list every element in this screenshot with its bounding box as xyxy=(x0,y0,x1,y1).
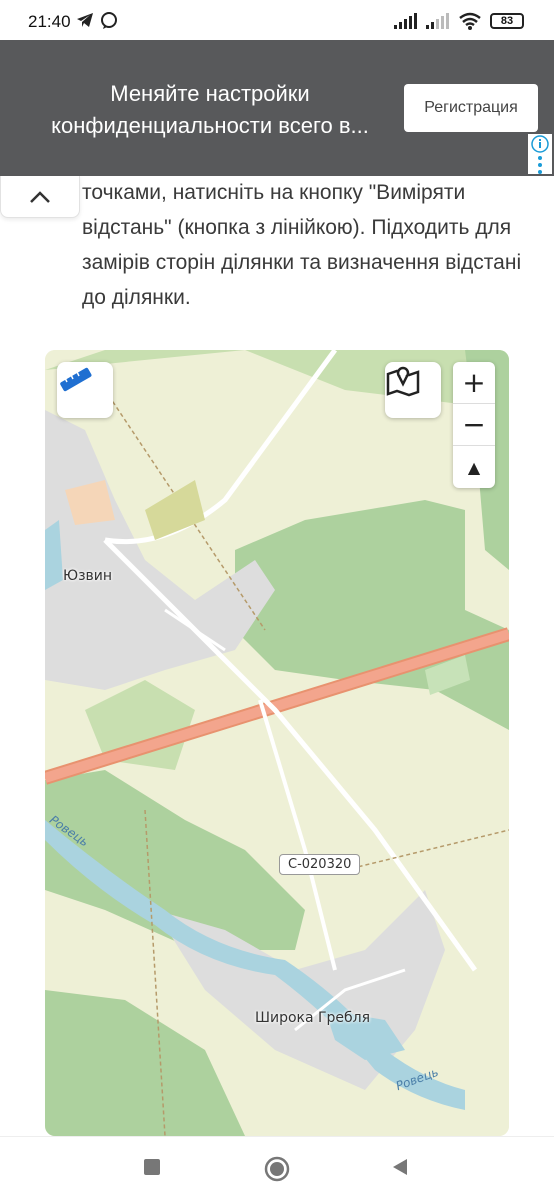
home-icon[interactable] xyxy=(263,1155,291,1183)
village-label-yuzvyn: Юзвин xyxy=(63,568,113,584)
info-icon xyxy=(531,135,549,174)
privacy-consent-banner: Меняйте настройки конфиденциальности все… xyxy=(0,40,554,176)
register-button[interactable]: Регистрация xyxy=(404,84,538,132)
map-layers-button[interactable] xyxy=(385,362,441,418)
battery-icon: 83 xyxy=(490,13,524,29)
signal-icon xyxy=(426,13,449,29)
recent-apps-icon[interactable] xyxy=(142,1157,162,1177)
zoom-controls: + − ▲ xyxy=(453,362,495,488)
wifi-icon xyxy=(459,12,481,30)
zoom-in-button[interactable]: + xyxy=(453,362,495,404)
map[interactable]: + − ▲ Юзвин C-020320 Широка Гребля Ровец… xyxy=(45,350,509,1136)
status-bar: 21:40 83 xyxy=(0,0,554,40)
viber-icon xyxy=(101,12,117,29)
clock: 21:40 xyxy=(28,12,71,31)
road-label: C-020320 xyxy=(279,854,361,875)
zoom-out-button[interactable]: − xyxy=(453,404,495,446)
battery-level: 83 xyxy=(500,15,514,27)
article-clipped-line: точками, натисніть на кнопку "Виміряти xyxy=(82,181,466,204)
village-label-shyroka-greblia: Широка Гребля xyxy=(255,1010,371,1026)
back-icon[interactable] xyxy=(390,1157,410,1177)
map-pin-icon xyxy=(386,366,420,397)
collapse-banner-button[interactable] xyxy=(0,176,80,218)
compass-icon: ▲ xyxy=(467,457,481,477)
ruler-icon xyxy=(60,367,92,392)
compass-button[interactable]: ▲ xyxy=(453,446,495,488)
ad-info-badge[interactable] xyxy=(528,134,552,174)
system-navigation-bar xyxy=(0,1136,554,1200)
article-paragraph: відстань" (кнопка з лінійкою). Підходить… xyxy=(82,216,522,309)
signal-icon xyxy=(394,13,417,29)
measure-distance-button[interactable] xyxy=(57,362,113,418)
consent-text: Меняйте настройки конфиденциальности все… xyxy=(51,81,369,138)
telegram-icon xyxy=(77,13,93,27)
article: точками, натисніть на кнопку "Виміряти в… xyxy=(82,175,532,315)
chevron-up-icon xyxy=(30,190,50,203)
